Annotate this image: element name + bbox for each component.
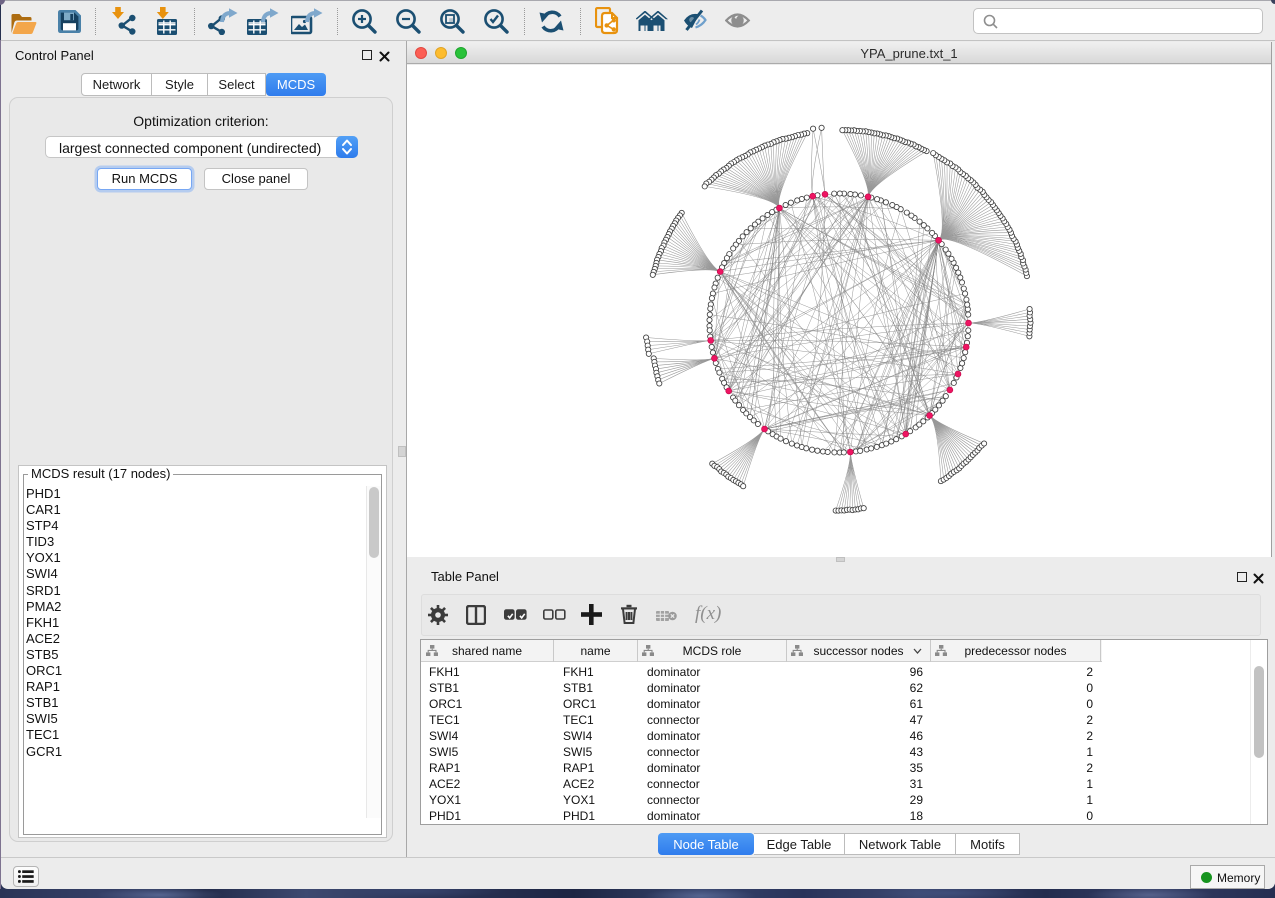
svg-text:f(x): f(x) [695, 603, 721, 624]
